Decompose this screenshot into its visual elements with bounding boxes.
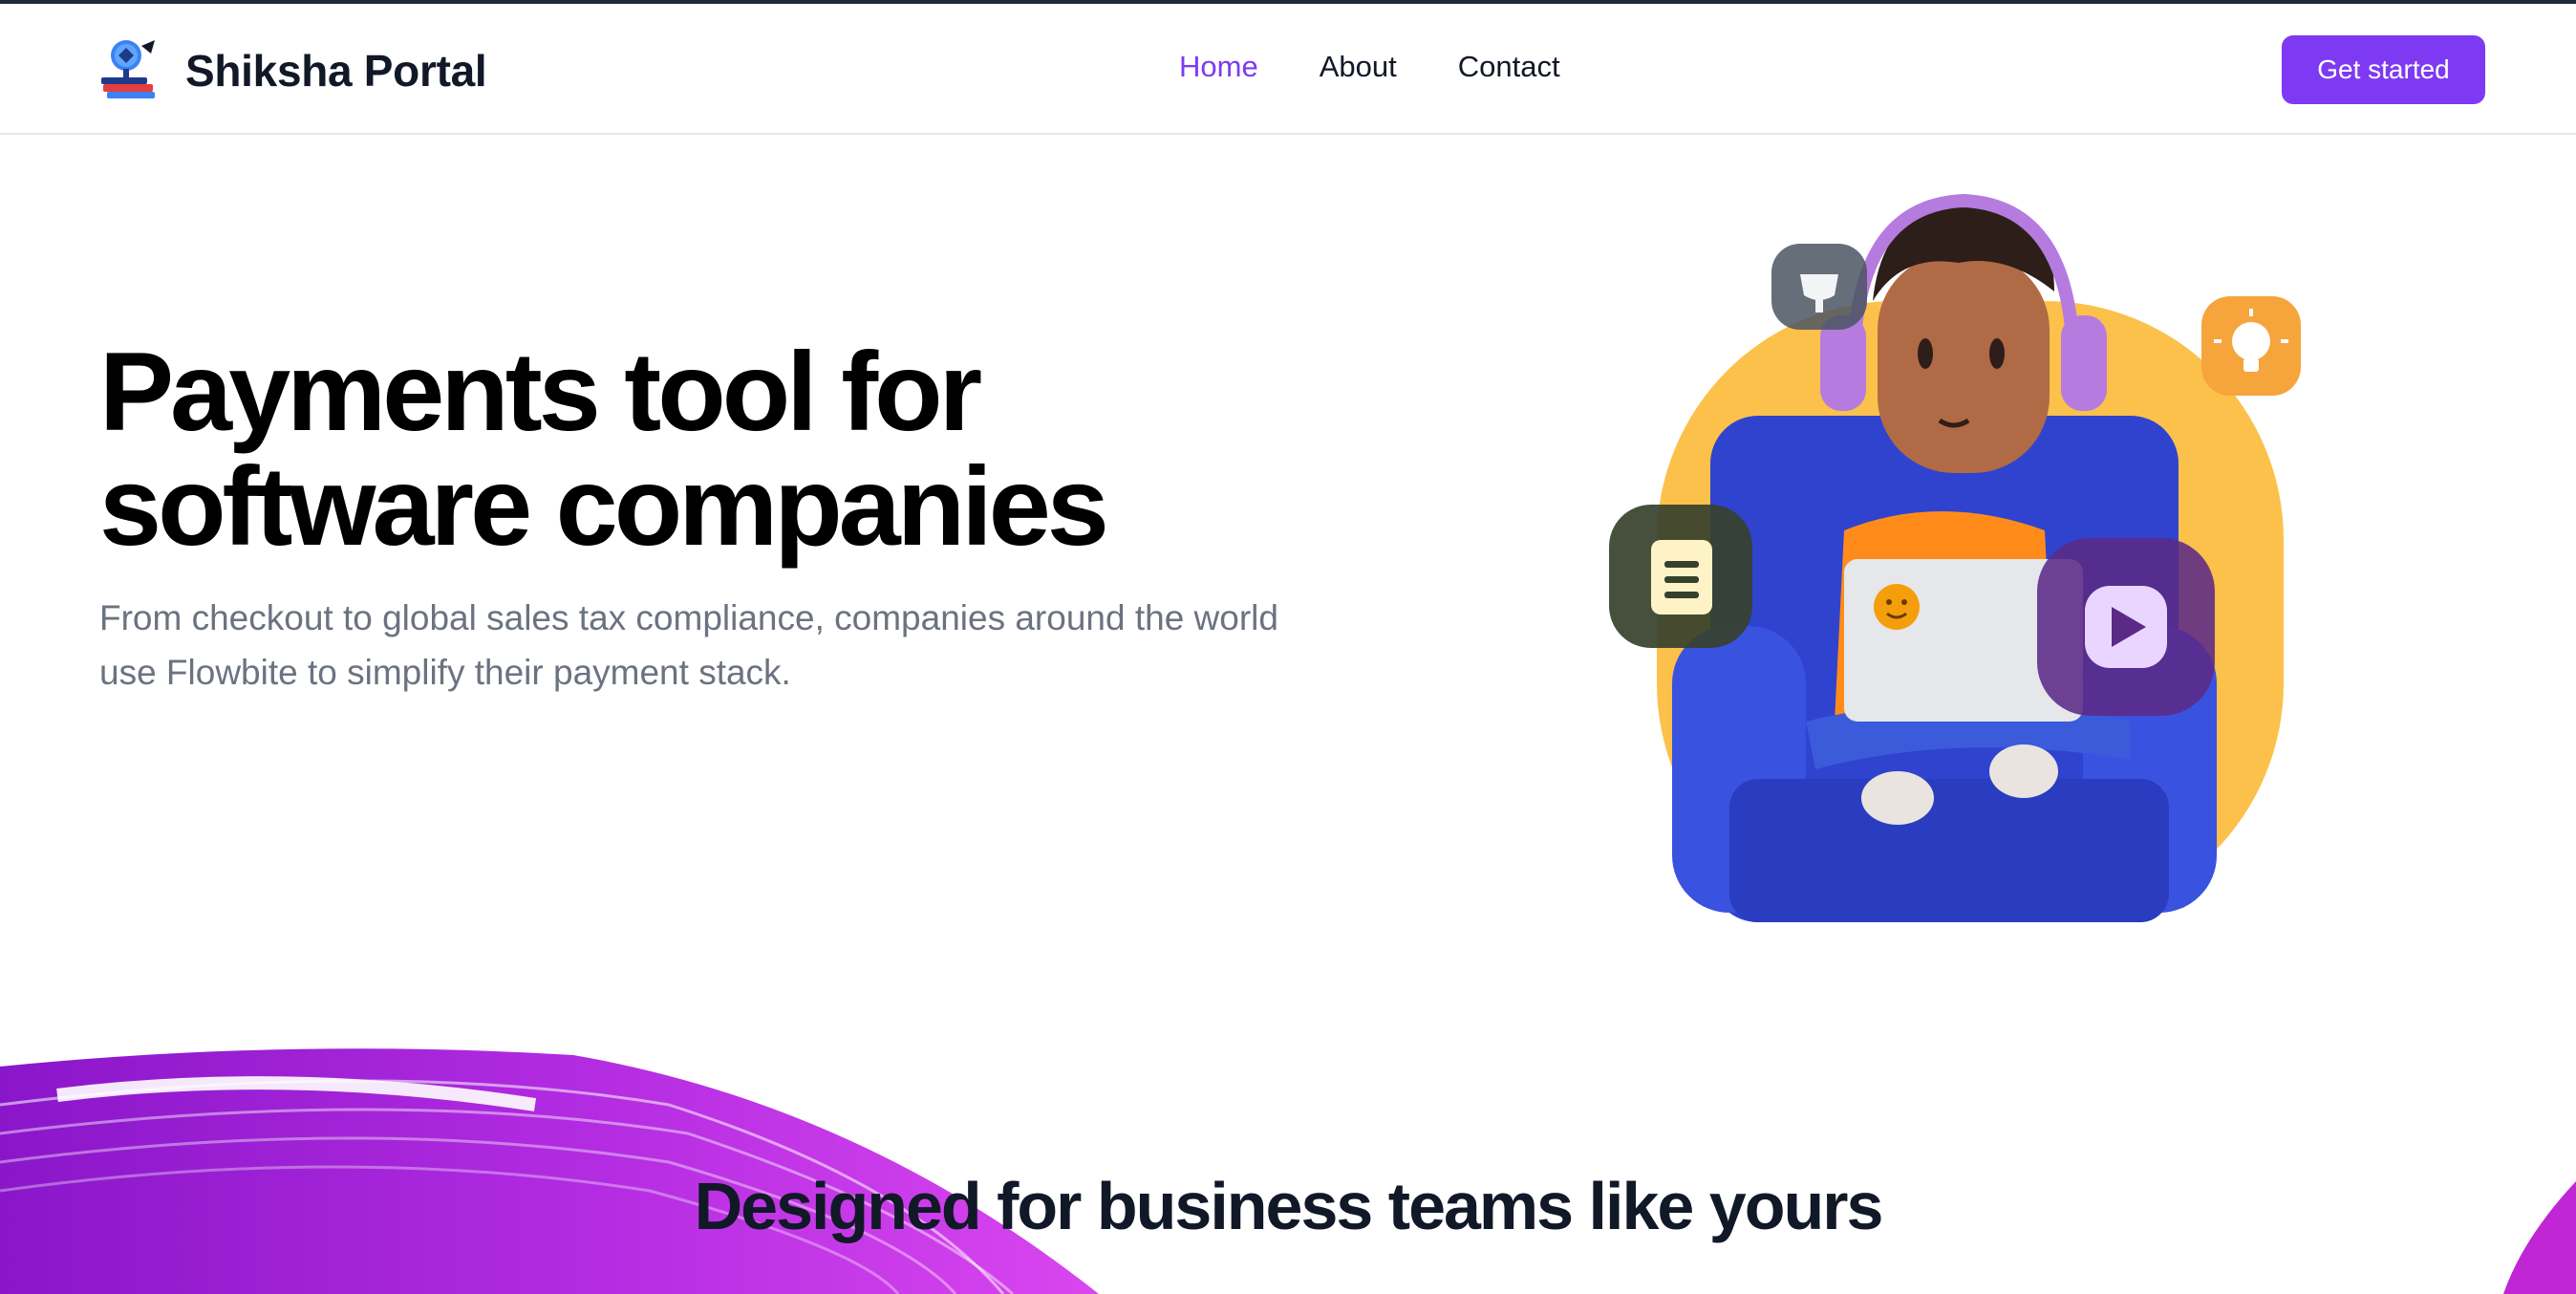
- hero-subtitle: From checkout to global sales tax compli…: [99, 591, 1399, 700]
- nav-link-contact[interactable]: Contact: [1458, 50, 1560, 84]
- hero-subtitle-line-2: use Flowbite to simplify their payment s…: [99, 653, 791, 692]
- notepad-icon: [1609, 505, 1752, 648]
- brand[interactable]: Shiksha Portal: [97, 34, 487, 107]
- hero-subtitle-line-1: From checkout to global sales tax compli…: [99, 598, 1278, 637]
- person-head: [1878, 253, 2050, 473]
- nav-link-home[interactable]: Home: [1179, 50, 1258, 84]
- section-title: Designed for business teams like yours: [694, 1169, 1884, 1243]
- trophy-icon: [1771, 244, 1867, 330]
- nav-links: Home About Contact: [1179, 50, 1560, 84]
- hero-title-line-1: Payments tool for: [99, 329, 982, 454]
- brand-name: Shiksha Portal: [185, 46, 487, 96]
- hero-title: Payments tool for software companies: [99, 334, 1342, 564]
- logo-icon: [101, 40, 155, 98]
- navbar: Shiksha Portal Home About Contact Get st…: [0, 4, 2576, 135]
- get-started-button[interactable]: Get started: [2282, 35, 2485, 104]
- nav-link-about[interactable]: About: [1320, 50, 1397, 84]
- lightbulb-icon: [2201, 296, 2301, 396]
- hero-illustration: [1609, 193, 2301, 922]
- play-icon: [2037, 538, 2215, 716]
- hero-title-line-2: software companies: [99, 443, 1109, 569]
